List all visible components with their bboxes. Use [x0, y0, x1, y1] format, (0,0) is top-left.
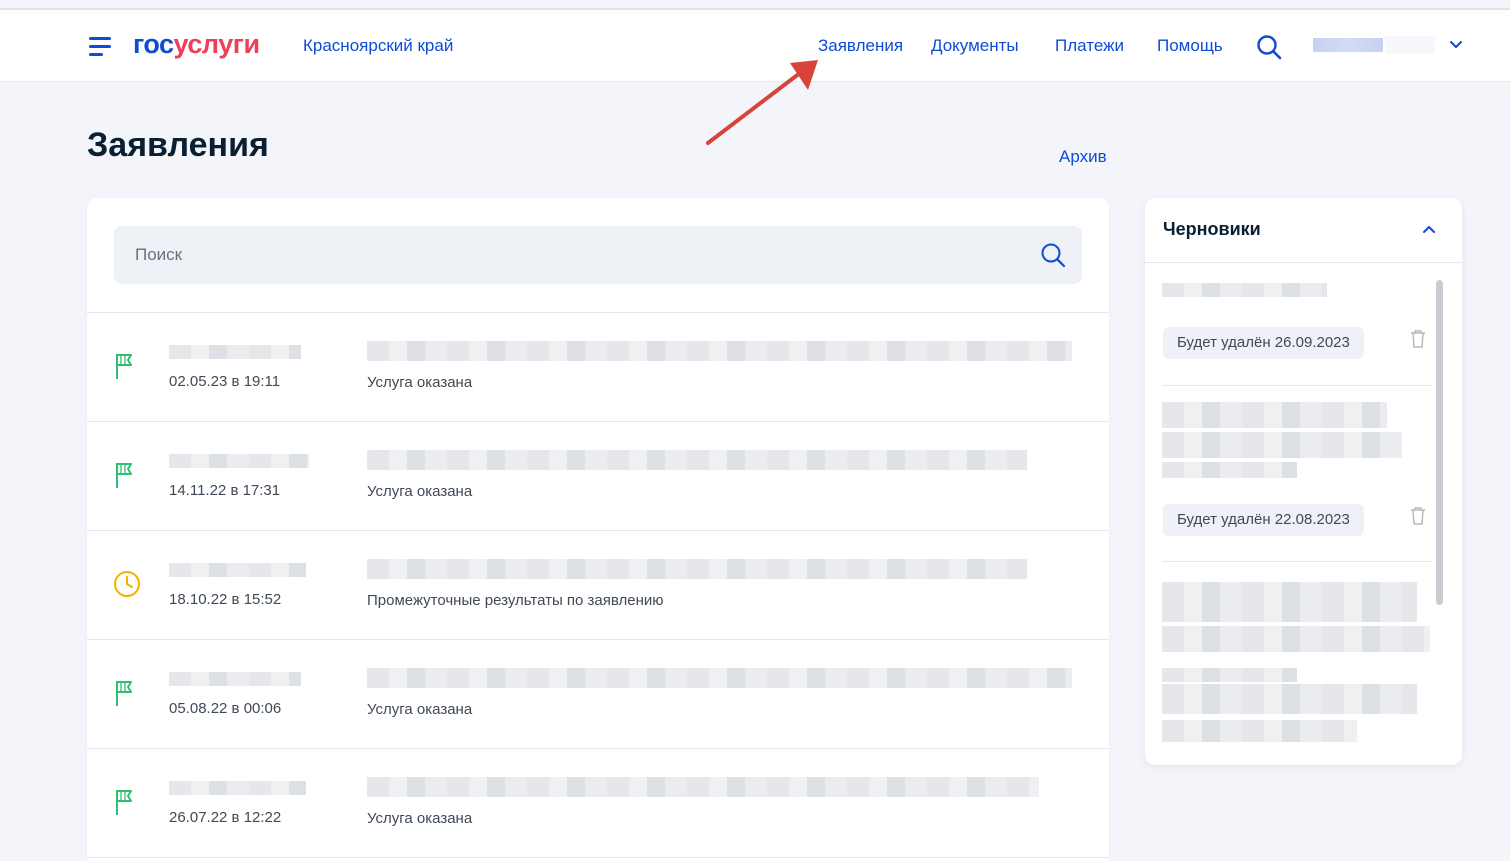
application-status: Промежуточные результаты по заявлению: [367, 592, 664, 609]
chevron-down-icon[interactable]: [1449, 40, 1463, 50]
draft-title-blurred: [1162, 462, 1297, 478]
table-row[interactable]: 02.05.23 в 19:11 Услуга оказана: [87, 312, 1109, 421]
application-status: Услуга оказана: [367, 701, 473, 718]
application-number-blurred: [169, 345, 301, 359]
application-number-blurred: [169, 454, 309, 468]
application-title-blurred: [367, 341, 1072, 361]
draft-item[interactable]: [1162, 582, 1432, 747]
application-title-blurred: [367, 668, 1072, 688]
nav-applications[interactable]: Заявления: [818, 36, 903, 56]
table-row[interactable]: 18.10.22 в 15:52 Промежуточные результат…: [87, 530, 1109, 639]
application-title-blurred: [367, 559, 1027, 579]
trash-icon[interactable]: [1409, 329, 1427, 349]
application-date: 14.11.22 в 17:31: [169, 482, 281, 499]
application-date: 05.08.22 в 00:06: [169, 700, 282, 717]
application-title-blurred: [367, 777, 1039, 797]
flag-icon: [116, 681, 132, 706]
table-row[interactable]: 05.08.22 в 00:06 Услуга оказана: [87, 639, 1109, 748]
annotation-arrow-icon: [706, 60, 818, 145]
draft-delete-date-badge: Будет удалён 22.08.2023: [1163, 504, 1364, 536]
draft-title-blurred: [1162, 402, 1387, 428]
draft-title-blurred: [1162, 684, 1417, 714]
draft-item[interactable]: Будет удалён 26.09.2023: [1162, 283, 1432, 363]
table-row[interactable]: 26.07.22 в 12:22 Услуга оказана: [87, 748, 1109, 857]
application-status: Услуга оказана: [367, 483, 473, 500]
application-status: Услуга оказана: [367, 810, 473, 827]
chevron-up-icon[interactable]: [1422, 224, 1436, 234]
draft-title-blurred: [1162, 626, 1430, 652]
application-number-blurred: [169, 563, 306, 577]
region-selector[interactable]: Красноярский край: [303, 36, 453, 56]
application-number-blurred: [169, 781, 306, 795]
draft-item[interactable]: Будет удалён 22.08.2023: [1162, 402, 1432, 542]
divider: [1162, 561, 1432, 562]
application-title-blurred: [367, 450, 1027, 470]
draft-title-blurred: [1162, 720, 1357, 742]
menu-icon[interactable]: [89, 37, 111, 57]
application-date: 02.05.23 в 19:11: [169, 373, 281, 390]
page-title: Заявления: [87, 126, 269, 164]
application-status: Услуга оказана: [367, 374, 473, 391]
search-icon[interactable]: [1040, 242, 1066, 268]
table-row[interactable]: 14.11.22 в 17:31 Услуга оказана: [87, 421, 1109, 530]
trash-icon[interactable]: [1409, 506, 1427, 526]
divider: [1162, 385, 1432, 386]
nav-documents[interactable]: Документы: [931, 36, 1019, 56]
draft-title-blurred: [1162, 283, 1327, 297]
drafts-panel: Черновики Будет удалён 26.09.2023 Будет …: [1145, 198, 1462, 765]
user-name-blurred[interactable]: [1313, 38, 1383, 52]
drafts-title: Черновики: [1163, 219, 1261, 239]
table-row: [87, 857, 1109, 861]
scrollbar-thumb[interactable]: [1436, 280, 1443, 605]
draft-delete-date-badge: Будет удалён 26.09.2023: [1163, 327, 1364, 359]
draft-title-blurred: [1162, 582, 1417, 622]
search-box: [114, 226, 1082, 284]
archive-link[interactable]: Архив: [1059, 147, 1107, 167]
application-date: 26.07.22 в 12:22: [169, 809, 282, 826]
clock-icon: [114, 571, 140, 597]
flag-icon: [116, 354, 132, 379]
flag-icon: [116, 790, 132, 815]
divider: [1145, 262, 1462, 263]
nav-help[interactable]: Помощь: [1157, 36, 1223, 56]
draft-title-blurred: [1162, 432, 1402, 458]
user-name-blurred-extra: [1385, 36, 1435, 54]
applications-list: 02.05.23 в 19:11 Услуга оказана 14.11.22…: [87, 312, 1109, 861]
applications-card: 02.05.23 в 19:11 Услуга оказана 14.11.22…: [87, 198, 1109, 861]
application-date: 18.10.22 в 15:52: [169, 591, 282, 608]
nav-payments[interactable]: Платежи: [1055, 36, 1124, 56]
drafts-scrollbar[interactable]: [1436, 280, 1444, 750]
gosuslugi-logo[interactable]: госуслуги: [133, 29, 260, 60]
application-number-blurred: [169, 672, 301, 686]
draft-title-blurred: [1162, 668, 1297, 682]
search-input[interactable]: [114, 226, 1014, 284]
flag-icon: [116, 463, 132, 488]
search-icon[interactable]: [1256, 34, 1282, 60]
